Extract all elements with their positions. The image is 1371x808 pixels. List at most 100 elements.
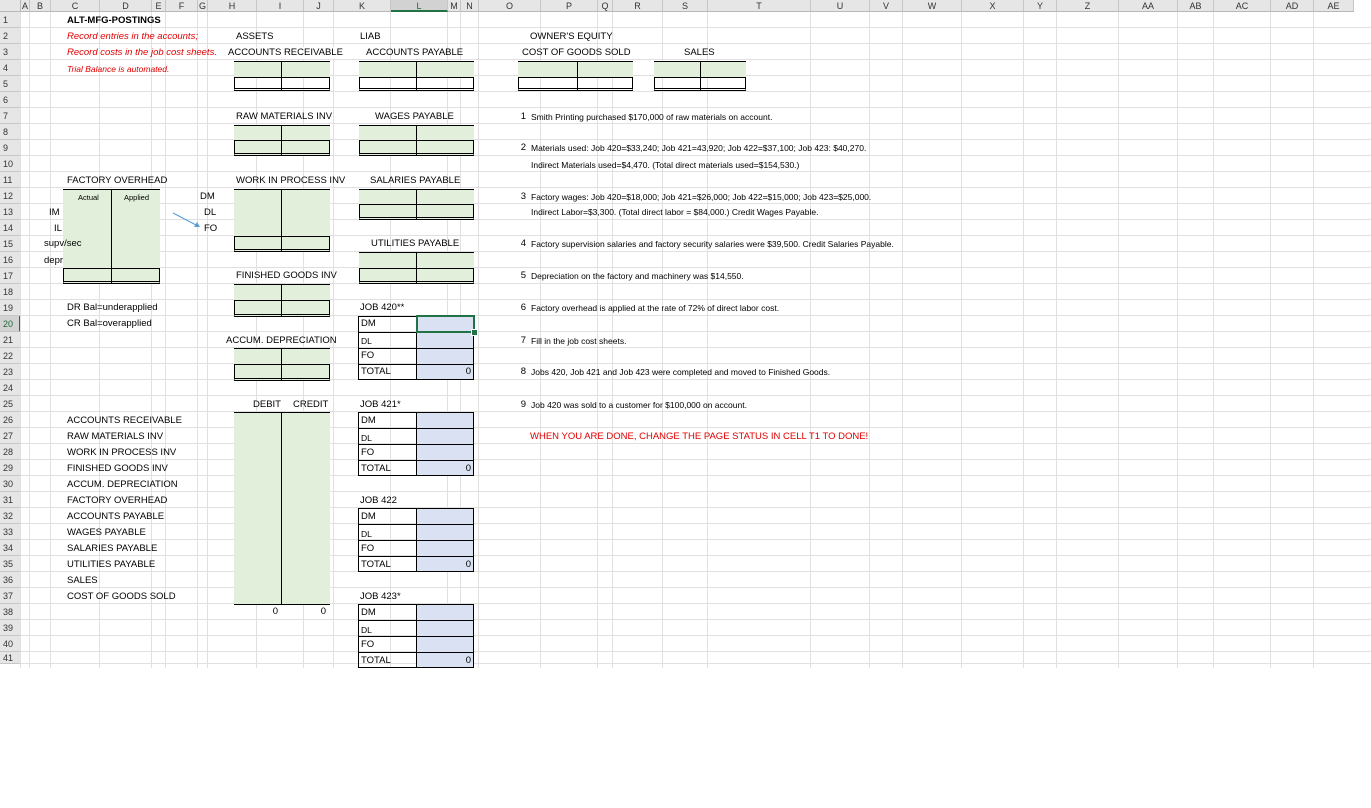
column-header-e[interactable]: E [152,0,166,12]
tb-input-cells[interactable] [234,413,330,604]
column-header-k[interactable]: K [334,0,391,12]
row-header-21[interactable]: 21 [0,332,21,348]
column-header-ad[interactable]: AD [1271,0,1314,12]
row-header-30[interactable]: 30 [0,476,21,492]
tb-account-name: FINISHED GOODS INV [67,463,168,474]
column-header-w[interactable]: W [903,0,962,12]
arrow-icon [172,212,200,227]
row-header-13[interactable]: 13 [0,204,21,220]
row-header-3[interactable]: 3 [0,44,21,60]
column-header-ae[interactable]: AE [1314,0,1354,12]
transaction-text: Jobs 420, Job 421 and Job 423 were compl… [531,367,831,377]
row-header-14[interactable]: 14 [0,220,21,236]
row-header-32[interactable]: 32 [0,508,21,524]
row-header-4[interactable]: 4 [0,60,21,76]
row-header-7[interactable]: 7 [0,108,21,124]
row-header-12[interactable]: 12 [0,188,21,204]
column-header-p[interactable]: P [541,0,598,12]
column-header-j[interactable]: J [304,0,334,12]
column-header-h[interactable]: H [208,0,257,12]
row-header-34[interactable]: 34 [0,540,21,556]
column-header-y[interactable]: Y [1024,0,1057,12]
column-header-r[interactable]: R [613,0,663,12]
row-header-2[interactable]: 2 [0,28,21,44]
row-header-25[interactable]: 25 [0,396,21,412]
row-header-20[interactable]: 20 [0,316,21,332]
row-header-28[interactable]: 28 [0,444,21,460]
owners-equity-label: OWNER'S EQUITY [530,31,613,42]
row-header-40[interactable]: 40 [0,636,21,652]
column-header-n[interactable]: N [461,0,479,12]
tb-credit-total: 0 [320,606,326,617]
column-header-ac[interactable]: AC [1214,0,1271,12]
active-cell[interactable] [416,315,475,333]
row-header-5[interactable]: 5 [0,76,21,92]
column-header-ab[interactable]: AB [1178,0,1214,12]
transaction-number: 9 [520,399,526,410]
row-header-41[interactable]: 41 [0,652,21,664]
fo-title: FACTORY OVERHEAD [67,175,168,186]
row-header-26[interactable]: 26 [0,412,21,428]
fo-applied-label: Applied [124,193,150,202]
transaction-number: 1 [520,111,526,122]
column-header-a[interactable]: A [21,0,30,12]
sheet-title: ALT-MFG-POSTINGS [67,15,161,26]
tb-account-name: ACCOUNTS RECEIVABLE [67,415,182,426]
column-header-i[interactable]: I [257,0,304,12]
column-header-g[interactable]: G [198,0,208,12]
column-header-s[interactable]: S [663,0,708,12]
job-dm-label: DM [361,607,376,618]
select-all-corner[interactable] [0,0,21,12]
row-header-37[interactable]: 37 [0,588,21,604]
column-header-d[interactable]: D [100,0,152,12]
row-header-9[interactable]: 9 [0,140,21,156]
column-header-b[interactable]: B [30,0,51,12]
transaction-text: Indirect Materials used=$4,470. (Total d… [531,160,800,170]
column-header-l[interactable]: L [391,0,448,12]
row-header-38[interactable]: 38 [0,604,21,620]
row-header-39[interactable]: 39 [0,620,21,636]
column-header-z[interactable]: Z [1057,0,1119,12]
row-header-15[interactable]: 15 [0,236,21,252]
instruction-1: Record entries in the accounts; [67,31,198,42]
column-header-u[interactable]: U [811,0,870,12]
row-header-31[interactable]: 31 [0,492,21,508]
column-header-q[interactable]: Q [598,0,613,12]
row-header-16[interactable]: 16 [0,252,21,268]
column-header-t[interactable]: T [708,0,811,12]
cogs-input-cells[interactable] [518,62,633,77]
column-header-v[interactable]: V [870,0,903,12]
row-header-11[interactable]: 11 [0,172,21,188]
spreadsheet-grid[interactable]: A B C D E F G H I J K L M N O P Q R S T U V W X Y Z AA AB AC AD AE 123… [0,0,1371,668]
tb-account-name: RAW MATERIALS INV [67,431,164,442]
column-header-c[interactable]: C [51,0,100,12]
row-header-8[interactable]: 8 [0,124,21,140]
column-header-aa[interactable]: AA [1119,0,1178,12]
row-header-36[interactable]: 36 [0,572,21,588]
column-header-x[interactable]: X [962,0,1024,12]
row-header-18[interactable]: 18 [0,284,21,300]
transaction-number: 7 [520,335,526,346]
row-header-33[interactable]: 33 [0,524,21,540]
row-header-6[interactable]: 6 [0,92,21,108]
tb-account-name: ACCUM. DEPRECIATION [67,479,178,490]
fill-handle[interactable] [471,329,478,336]
column-header-f[interactable]: F [166,0,198,12]
dm-label: DM [200,191,215,202]
row-header-10[interactable]: 10 [0,156,21,172]
row-header-17[interactable]: 17 [0,268,21,284]
row-header-19[interactable]: 19 [0,300,21,316]
row-header-23[interactable]: 23 [0,364,21,380]
tb-account-name: WORK IN PROCESS INV [67,447,177,458]
row-header-22[interactable]: 22 [0,348,21,364]
row-header-1[interactable]: 1 [0,12,21,28]
column-header-o[interactable]: O [479,0,541,12]
row-header-29[interactable]: 29 [0,460,21,476]
depr-label: depr [44,255,64,266]
row-header-27[interactable]: 27 [0,428,21,444]
job-dm-label: DM [361,318,376,329]
row-header-24[interactable]: 24 [0,380,21,396]
ar-input-cells[interactable] [234,62,330,77]
column-header-m[interactable]: M [448,0,461,12]
row-header-35[interactable]: 35 [0,556,21,572]
